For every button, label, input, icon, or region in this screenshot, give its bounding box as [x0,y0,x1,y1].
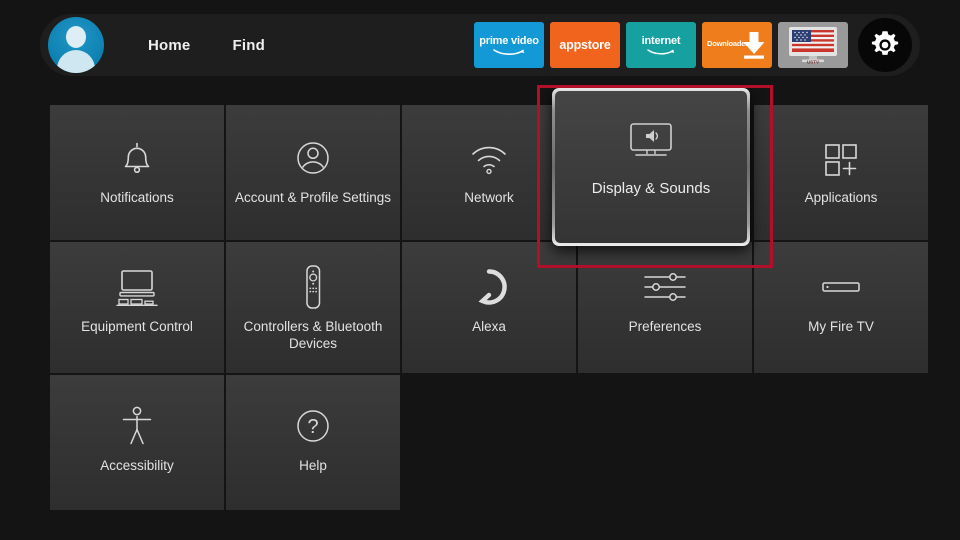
tile-label: Account & Profile Settings [233,189,393,206]
settings-grid-row: Equipment Control Controllers [50,242,930,373]
tile-my-fire-tv[interactable]: My Fire TV [754,242,928,373]
tile-label: My Fire TV [761,318,921,335]
ustv-flag-monitor-icon: USTV [785,25,841,65]
tile-label: Accessibility [57,457,217,474]
avatar-body [57,50,95,73]
nav-links: Home Find [148,14,265,76]
sliders-icon [639,264,691,310]
download-arrow-icon [741,30,767,60]
tv-equipment-icon [111,264,163,310]
app-shortcut-internet[interactable]: internet [626,22,696,68]
tile-accessibility[interactable]: Accessibility [50,375,224,510]
amazon-smile-icon [644,48,678,56]
prime-video-label: prime video [479,35,539,47]
tile-applications[interactable]: Applications [754,105,928,240]
wifi-icon [467,135,511,181]
accessibility-person-icon [117,403,157,449]
avatar-head [66,26,86,48]
app-shortcut-ustv[interactable]: USTV [778,22,848,68]
tile-equipment-control[interactable]: Equipment Control [50,242,224,373]
app-shortcut-row: prime video appstore internet Downloader [474,14,912,76]
question-circle-icon: ? [291,403,335,449]
tile-label: Alexa [409,318,569,335]
fire-tv-settings-screen: Home Find prime video appstore internet [0,0,960,540]
apps-grid-plus-icon [818,135,864,181]
tile-network[interactable]: Network [402,105,576,240]
tile-preferences[interactable]: Preferences [578,242,752,373]
svg-text:USTV: USTV [807,60,820,65]
tile-label: Notifications [57,189,217,206]
app-shortcut-appstore[interactable]: appstore [550,22,620,68]
top-navigation-bar: Home Find prime video appstore internet [40,14,920,76]
tile-label: Help [233,457,393,474]
gear-icon [868,28,902,62]
fire-tv-stick-icon [815,264,867,310]
tile-label: Controllers & Bluetooth Devices [233,318,393,352]
nav-find[interactable]: Find [232,37,264,54]
internet-label: internet [642,35,681,47]
tile-help[interactable]: ? Help [226,375,400,510]
tile-label: Equipment Control [57,318,217,335]
settings-gear-button[interactable] [858,18,912,72]
svg-text:?: ? [307,416,318,438]
tile-alexa[interactable]: Alexa [402,242,576,373]
selected-tile-inner: Display & Sounds [555,91,747,243]
app-shortcut-downloader[interactable]: Downloader [702,22,772,68]
appstore-label: appstore [559,38,610,52]
bell-icon [115,135,159,181]
tile-account-profile-settings[interactable]: Account & Profile Settings [226,105,400,240]
tv-speaker-icon [623,120,679,167]
settings-grid-row: Accessibility ? Help [50,375,930,510]
app-shortcut-prime-video[interactable]: prime video [474,22,544,68]
tile-label: Preferences [585,318,745,335]
tile-notifications[interactable]: Notifications [50,105,224,240]
settings-grid-row: Notifications Account & Profile Settings [50,105,930,240]
tile-label: Applications [761,189,921,206]
settings-grid: Notifications Account & Profile Settings [50,105,930,512]
remote-control-icon [300,264,326,310]
tile-label: Network [409,189,569,206]
nav-home[interactable]: Home [148,37,190,54]
tile-controllers-bluetooth-devices[interactable]: Controllers & Bluetooth Devices [226,242,400,373]
person-circle-icon [291,135,335,181]
tile-display-sounds-selected[interactable]: Display & Sounds [552,88,750,246]
user-avatar-icon[interactable] [48,17,104,73]
selected-tile-label: Display & Sounds [592,180,710,197]
alexa-ring-icon [467,264,511,310]
amazon-smile-icon [492,48,526,56]
